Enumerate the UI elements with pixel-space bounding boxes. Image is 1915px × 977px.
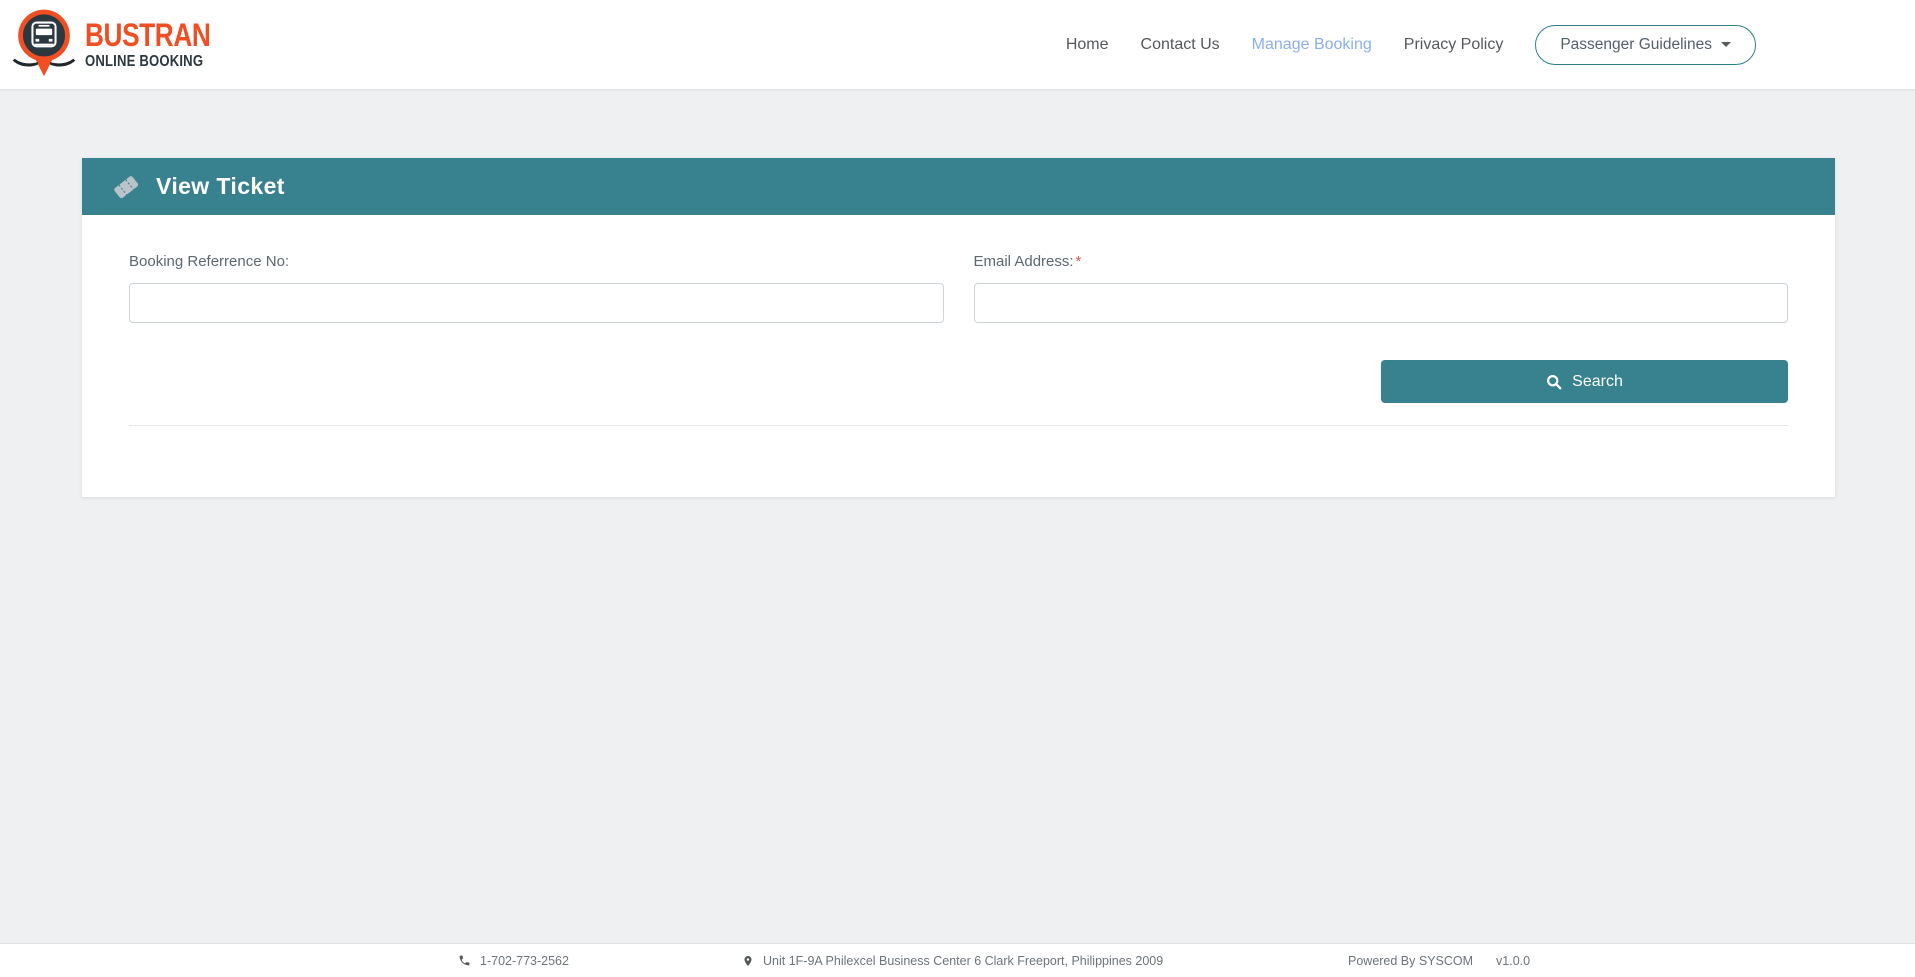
passenger-guidelines-label: Passenger Guidelines (1560, 36, 1712, 54)
bus-pin-logo-icon (10, 8, 78, 82)
brand-logo[interactable]: BUSTRAN ONLINE BOOKING (10, 8, 238, 82)
footer-address: Unit 1F-9A Philexcel Business Center 6 C… (763, 954, 1163, 968)
nav-item-privacy-policy[interactable]: Privacy Policy (1404, 36, 1504, 54)
panel-title: View Ticket (156, 173, 285, 200)
booking-ref-label: Booking Referrence No: (129, 253, 944, 270)
booking-ref-field-group: Booking Referrence No: (129, 253, 944, 323)
location-pin-icon (742, 954, 754, 968)
email-label: Email Address:* (974, 253, 1789, 270)
booking-ref-label-text: Booking Referrence No: (129, 253, 289, 270)
footer-phone-group: 1-702-773-2562 (458, 944, 569, 977)
view-ticket-body: Booking Referrence No: Email Address:* (82, 215, 1835, 497)
button-row: Search (129, 360, 1788, 403)
email-field-group: Email Address:* (974, 253, 1789, 323)
footer-address-group: Unit 1F-9A Philexcel Business Center 6 C… (742, 944, 1163, 977)
nav-item-manage-booking[interactable]: Manage Booking (1252, 36, 1372, 54)
top-navbar: BUSTRAN ONLINE BOOKING Home Contact Us M… (0, 0, 1915, 90)
required-asterisk: * (1076, 253, 1082, 270)
footer-powered-group: Powered By SYSCOM v1.0.0 (1348, 944, 1530, 977)
footer-version: v1.0.0 (1496, 954, 1530, 968)
view-ticket-card: View Ticket Booking Referrence No: Email… (82, 158, 1835, 497)
email-input[interactable] (974, 283, 1789, 323)
ticket-icon (108, 168, 144, 204)
footer-powered-by: Powered By SYSCOM (1348, 954, 1473, 968)
phone-icon (458, 954, 471, 967)
nav-item-home[interactable]: Home (1066, 36, 1109, 54)
main-nav: Home Contact Us Manage Booking Privacy P… (1066, 25, 1756, 65)
brand-title: BUSTRAN (85, 19, 210, 51)
booking-ref-input[interactable] (129, 283, 944, 323)
page-footer: 1-702-773-2562 Unit 1F-9A Philexcel Busi… (0, 943, 1915, 977)
search-icon (1546, 374, 1562, 390)
nav-item-contact-us[interactable]: Contact Us (1141, 36, 1220, 54)
brand-subtitle: ONLINE BOOKING (85, 54, 210, 70)
email-label-text: Email Address: (974, 253, 1074, 270)
brand-text: BUSTRAN ONLINE BOOKING (85, 19, 238, 70)
caret-down-icon (1721, 42, 1731, 47)
search-button-label: Search (1572, 373, 1623, 391)
passenger-guidelines-button[interactable]: Passenger Guidelines (1535, 25, 1756, 65)
search-button[interactable]: Search (1381, 360, 1788, 403)
page: BUSTRAN ONLINE BOOKING Home Contact Us M… (0, 0, 1915, 977)
footer-phone: 1-702-773-2562 (480, 954, 569, 968)
form-row: Booking Referrence No: Email Address:* (129, 253, 1788, 323)
view-ticket-header: View Ticket (82, 158, 1835, 215)
main-content: View Ticket Booking Referrence No: Email… (0, 90, 1915, 943)
divider (129, 425, 1788, 426)
